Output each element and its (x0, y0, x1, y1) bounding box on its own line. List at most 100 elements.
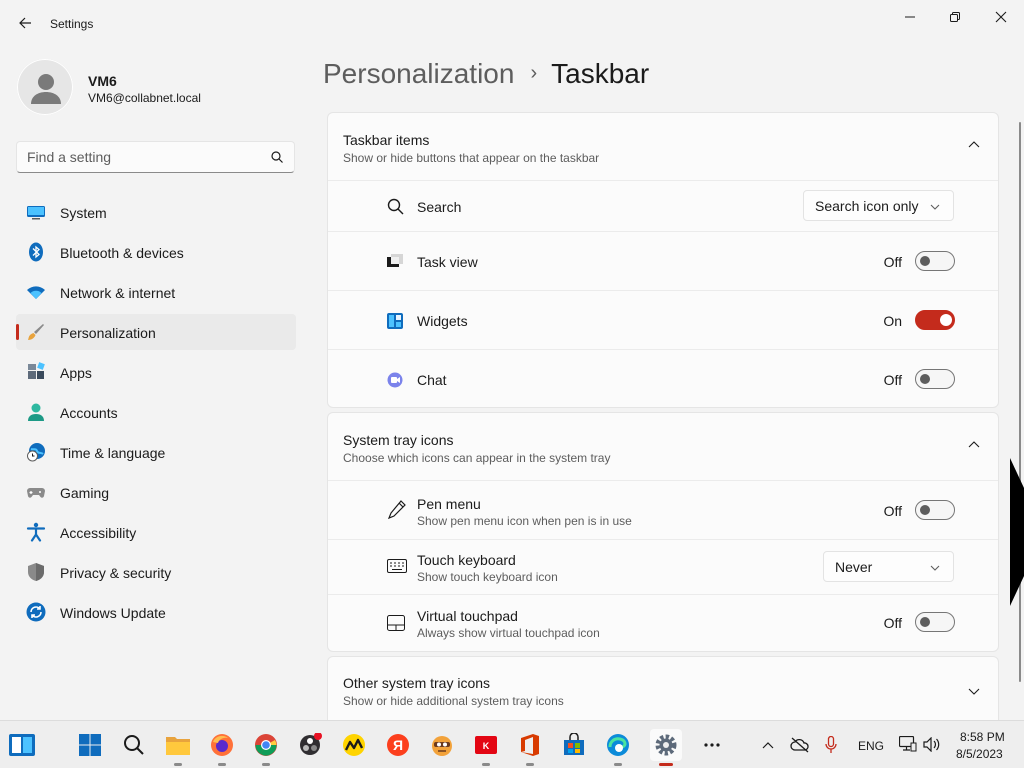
chevron-up-icon[interactable] (968, 139, 980, 151)
input-language-indicator[interactable]: ENG (858, 739, 884, 753)
sidebar-item-gaming[interactable]: Gaming (16, 474, 296, 510)
chat-row: Chat Off (328, 349, 998, 408)
volume-icon[interactable] (923, 737, 940, 752)
settings-search[interactable] (16, 141, 295, 173)
sidebar-item-privacy[interactable]: Privacy & security (16, 554, 296, 590)
chevron-up-icon[interactable] (968, 439, 980, 451)
person-icon (31, 74, 61, 104)
sidebar-item-system[interactable]: System (16, 194, 296, 230)
sidebar-item-label: Bluetooth & devices (60, 245, 184, 261)
bluetooth-icon (29, 242, 43, 262)
widgets-icon (9, 734, 35, 756)
pen-menu-toggle[interactable] (915, 500, 955, 520)
game-app-taskbar-button[interactable] (426, 729, 458, 761)
chrome-taskbar-button[interactable] (250, 729, 282, 766)
task-view-toggle[interactable] (915, 251, 955, 271)
clock[interactable]: 8:58 PM 8/5/2023 (948, 721, 1012, 768)
character-icon (432, 736, 452, 756)
brush-icon (28, 324, 44, 340)
microphone-icon[interactable] (825, 736, 837, 754)
app-taskbar-button[interactable] (338, 729, 370, 761)
sidebar-item-accessibility[interactable]: Accessibility (16, 514, 296, 550)
clock-date: 8/5/2023 (956, 747, 1003, 761)
task-view-icon (387, 254, 403, 267)
yandex-browser-taskbar-button[interactable]: Я (382, 729, 414, 761)
touch-keyboard-label: Touch keyboard (417, 552, 516, 568)
onedrive-offline-icon[interactable] (790, 737, 810, 753)
edge-taskbar-button[interactable] (602, 729, 634, 766)
pen-menu-label: Pen menu (417, 496, 481, 512)
sidebar-item-accounts[interactable]: Accounts (16, 394, 296, 430)
sidebar-item-label: Time & language (60, 445, 166, 461)
firefox-taskbar-button[interactable] (206, 729, 238, 766)
widgets-row: Widgets On (328, 290, 998, 349)
other-tray-section[interactable]: Other system tray icons Show or hide add… (327, 656, 999, 726)
shield-icon (28, 563, 44, 581)
page-title: Taskbar (551, 58, 650, 89)
start-button[interactable] (74, 729, 106, 761)
folder-icon (166, 737, 190, 755)
section-subtitle: Show or hide additional system tray icon… (343, 694, 564, 708)
touchpad-icon (387, 615, 405, 631)
sidebar-item-label: Privacy & security (60, 565, 172, 581)
show-hidden-icons-chevron-icon[interactable] (762, 740, 774, 750)
touch-keyboard-dropdown[interactable]: Never (823, 551, 954, 582)
search-label: Search (417, 199, 462, 215)
chevron-down-icon (930, 565, 940, 571)
widgets-taskbar-button[interactable] (6, 729, 38, 761)
sidebar-item-personalization[interactable]: Personalization (16, 314, 296, 350)
touch-keyboard-description: Show touch keyboard icon (417, 570, 558, 584)
microsoft-store-taskbar-button[interactable] (558, 729, 590, 761)
scroll-edge-arrow-icon[interactable] (1010, 458, 1024, 606)
breadcrumb: Personalization › Taskbar (323, 58, 649, 90)
title-bar: Settings (0, 0, 1024, 48)
yandex-icon: Я (387, 734, 409, 756)
user-email: VM6@collabnet.local (88, 91, 201, 105)
minimize-button[interactable] (887, 4, 933, 30)
update-icon (26, 602, 46, 622)
edge-icon (607, 734, 629, 756)
widgets-label: Widgets (417, 313, 468, 329)
virtual-touchpad-toggle[interactable] (915, 612, 955, 632)
sidebar-item-label: Accounts (60, 405, 118, 421)
search-icon (271, 151, 283, 163)
breadcrumb-parent[interactable]: Personalization (323, 58, 514, 89)
widgets-toggle[interactable] (915, 310, 955, 330)
gamepad-icon (27, 488, 45, 498)
taskbar-items-header[interactable]: Taskbar items Show or hide buttons that … (328, 113, 998, 180)
system-tray-header[interactable]: System tray icons Choose which icons can… (328, 413, 998, 480)
section-title: Taskbar items (343, 132, 430, 148)
task-view-label: Task view (417, 254, 478, 270)
search-taskbar-button[interactable] (118, 729, 150, 761)
sidebar-item-time-language[interactable]: Time & language (16, 434, 296, 470)
chat-toggle[interactable] (915, 369, 955, 389)
person-icon (28, 403, 44, 421)
sidebar-item-network[interactable]: Network & internet (16, 274, 296, 310)
sidebar-item-bluetooth[interactable]: Bluetooth & devices (16, 234, 296, 270)
sidebar-item-label: System (60, 205, 107, 221)
network-icon[interactable] (899, 736, 917, 752)
search-input[interactable] (17, 142, 257, 172)
back-button[interactable] (12, 10, 38, 36)
more-apps-button[interactable] (696, 729, 728, 761)
chevron-down-icon[interactable] (968, 685, 980, 697)
file-explorer-taskbar-button[interactable] (162, 729, 194, 766)
clock-time: 8:58 PM (960, 730, 1005, 744)
settings-taskbar-button[interactable] (650, 729, 682, 766)
user-profile[interactable]: VM6 VM6@collabnet.local (16, 58, 296, 118)
maximize-button[interactable] (932, 4, 978, 30)
monitor-icon (27, 206, 45, 220)
chrome-icon (255, 734, 277, 756)
office-taskbar-button[interactable] (514, 729, 546, 766)
obs-taskbar-button[interactable] (294, 729, 326, 761)
widgets-icon (387, 313, 403, 329)
kaspersky-taskbar-button[interactable]: K (470, 729, 502, 766)
sidebar-item-apps[interactable]: Apps (16, 354, 296, 390)
keyboard-icon (387, 559, 407, 573)
search-mode-dropdown[interactable]: Search icon only (803, 190, 954, 221)
section-subtitle: Show or hide buttons that appear on the … (343, 151, 600, 165)
close-button[interactable] (978, 4, 1024, 30)
breadcrumb-separator: › (530, 62, 538, 84)
svg-text:K: K (483, 741, 490, 751)
sidebar-item-windows-update[interactable]: Windows Update (16, 594, 296, 630)
